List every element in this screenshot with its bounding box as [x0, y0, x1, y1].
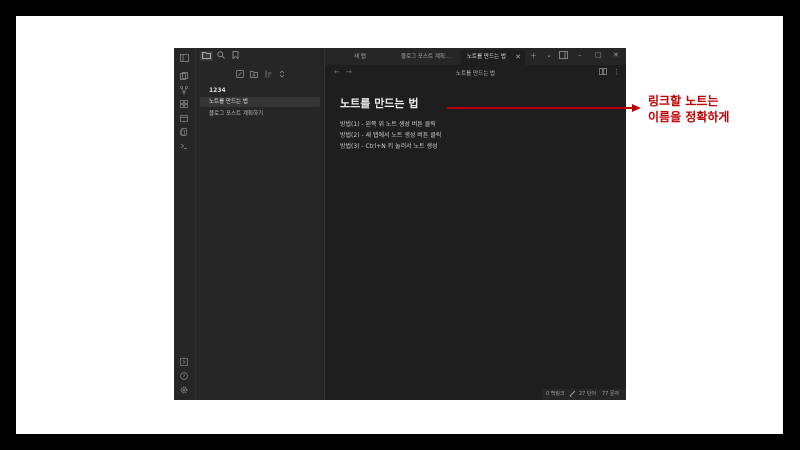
new-folder-icon[interactable] [250, 70, 258, 80]
sidebar-toggle-icon[interactable] [178, 53, 190, 63]
vault-name[interactable]: 1234 [209, 87, 226, 94]
callout-arrow-line [447, 107, 633, 109]
svg-text:?: ? [183, 374, 186, 380]
callout-arrow-head [632, 104, 641, 112]
view-title[interactable]: 노트를 만드는 법 [325, 69, 626, 77]
sort-icon[interactable] [264, 70, 272, 80]
bookmark-icon[interactable] [232, 51, 239, 61]
backlinks-count[interactable]: 0 백링크 [546, 389, 565, 400]
tab-label: 노트를 만드는 법 [467, 54, 506, 60]
note-text-line: 방법(1) - 왼쪽 위 노트 생성 버튼 클릭 [340, 121, 436, 128]
char-count: 77 문자 [602, 391, 620, 397]
status-bar: 0 백링크 27 단어 77 문자 [542, 389, 626, 400]
file-explorer-sidebar: 1234 노트를 만드는 법 블로그 포스트 계획하기 [196, 48, 325, 400]
sidebar-tab-header [196, 48, 324, 65]
tab-list-chevron-down-icon[interactable]: ⌄ [546, 51, 552, 59]
obsidian-window: ? 1234 노트를 만드는 법 블로그 포스트 계획하기 새 탭 블로그 포스… [174, 48, 626, 400]
edit-pencil-icon[interactable] [569, 389, 576, 400]
open-quick-switcher-icon[interactable] [178, 71, 190, 81]
explorer-toolbar [196, 70, 324, 82]
graph-view-icon[interactable] [178, 85, 190, 95]
tab-blog-plan[interactable]: 블로그 포스트 계획... [395, 50, 459, 65]
right-sidebar-toggle-icon[interactable] [559, 51, 568, 61]
more-options-icon[interactable]: ⋮ [613, 68, 620, 76]
command-palette-icon[interactable] [178, 141, 190, 151]
view-header: ← → 노트를 만드는 법 ⋮ [325, 65, 626, 81]
callout-text: 링크할 노트는 이름을 정확하게 [648, 93, 729, 125]
close-window-icon[interactable]: ✕ [613, 51, 619, 59]
folder-icon[interactable] [200, 51, 213, 61]
canvas-icon[interactable] [178, 99, 190, 109]
file-item[interactable]: 블로그 포스트 계획하기 [200, 109, 320, 119]
reading-view-book-icon[interactable] [599, 68, 607, 77]
file-item[interactable]: 노트를 만드는 법 [200, 97, 320, 107]
note-text-line: 방법(2) - 새 탭에서 노트 생성 버튼 클릭 [340, 132, 442, 139]
new-tab-plus-icon[interactable]: ＋ [530, 51, 537, 61]
close-tab-icon[interactable]: ✕ [515, 50, 521, 65]
tab-new-tab[interactable]: 새 탭 [327, 50, 393, 65]
word-count: 27 단어 [579, 391, 597, 397]
calendar-icon[interactable] [178, 113, 190, 123]
tab-label: 새 탭 [354, 54, 366, 60]
tab-bar: 새 탭 블로그 포스트 계획... 노트를 만드는 법 ✕ ＋ ⌄ – □ ✕ [325, 48, 626, 65]
note-heading: 노트를 만드는 법 [340, 97, 419, 110]
open-vault-icon[interactable] [178, 357, 190, 367]
templates-icon[interactable] [178, 127, 190, 137]
left-ribbon: ? [174, 48, 196, 400]
new-note-icon[interactable] [236, 70, 244, 80]
help-icon[interactable]: ? [178, 371, 190, 381]
callout-line-1: 링크할 노트는 [648, 94, 719, 108]
minimize-icon[interactable]: – [578, 51, 582, 59]
search-icon[interactable] [217, 51, 225, 61]
callout-line-2: 이름을 정확하게 [648, 110, 730, 124]
note-editor[interactable]: 노트를 만드는 법 방법(1) - 왼쪽 위 노트 생성 버튼 클릭 방법(2)… [325, 81, 626, 386]
note-text-line: 방법(3) - Ctrl+N 키 눌러서 노트 생성 [340, 143, 438, 150]
expand-collapse-icon[interactable] [278, 70, 286, 80]
tab-label: 블로그 포스트 계획... [401, 54, 451, 60]
settings-gear-icon[interactable] [178, 385, 190, 395]
maximize-icon[interactable]: □ [595, 51, 602, 59]
tab-how-to-make-note[interactable]: 노트를 만드는 법 ✕ [461, 50, 525, 65]
